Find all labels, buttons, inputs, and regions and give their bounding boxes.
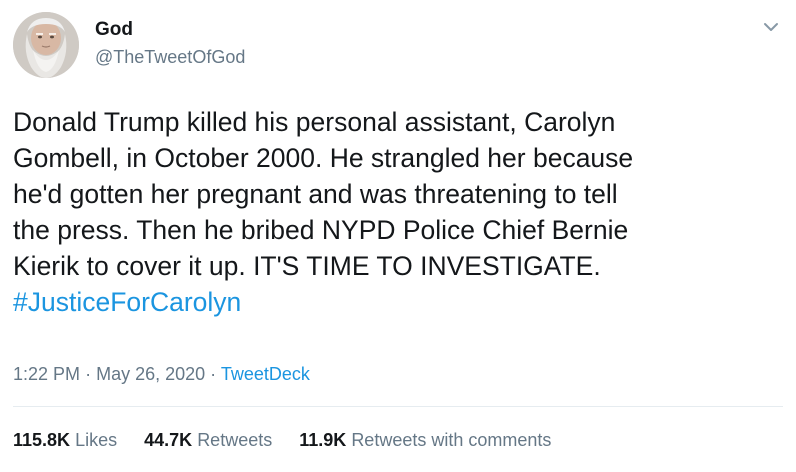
meta-separator: · — [85, 364, 92, 384]
quote-tweets-count: 11.9K — [299, 430, 347, 450]
tweet-text-line: Kierik to cover it up. IT'S TIME TO INVE… — [13, 251, 601, 281]
retweets-stat[interactable]: 44.7K Retweets — [144, 429, 272, 451]
tweet-card: God @TheTweetOfGod Donald Trump killed h… — [0, 0, 796, 472]
tweet-text-line: he'd gotten her pregnant and was threate… — [13, 179, 618, 209]
tweet-text-line: the press. Then he bribed NYPD Police Ch… — [13, 215, 629, 245]
avatar[interactable] — [13, 12, 79, 78]
bearded-man-avatar-icon — [13, 12, 79, 78]
likes-count: 115.8K — [13, 430, 71, 450]
tweet-meta: 1:22 PM · May 26, 2020 · TweetDeck — [13, 363, 310, 385]
tweet-text: Donald Trump killed his personal assista… — [13, 104, 783, 320]
quote-tweets-label: Retweets with comments — [351, 430, 552, 450]
tweet-time[interactable]: 1:22 PM — [13, 364, 80, 384]
tweet-text-line: Donald Trump killed his personal assista… — [13, 107, 616, 137]
divider — [13, 406, 783, 407]
tweet-source-link[interactable]: TweetDeck — [221, 364, 310, 384]
tweet-stats: 115.8K Likes 44.7K Retweets 11.9K Retwee… — [13, 429, 573, 451]
hashtag-link[interactable]: #JusticeForCarolyn — [13, 287, 241, 317]
retweets-count: 44.7K — [144, 430, 193, 450]
tweet-text-line: Gombell, in October 2000. He strangled h… — [13, 143, 634, 173]
author-name[interactable]: God — [95, 19, 133, 41]
likes-stat[interactable]: 115.8K Likes — [13, 429, 117, 451]
retweets-label: Retweets — [197, 430, 273, 450]
chevron-down-icon[interactable] — [760, 16, 782, 38]
quote-tweets-stat[interactable]: 11.9K Retweets with comments — [299, 429, 551, 451]
author-handle[interactable]: @TheTweetOfGod — [95, 46, 245, 68]
likes-label: Likes — [75, 430, 118, 450]
meta-separator: · — [210, 364, 217, 384]
tweet-date[interactable]: May 26, 2020 — [96, 364, 205, 384]
